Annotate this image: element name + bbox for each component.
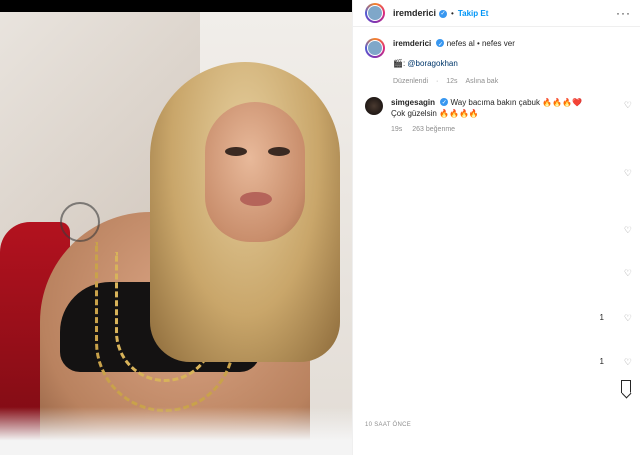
side-mark-1: 1 [599, 313, 604, 322]
photo-eye-left [225, 147, 247, 156]
caption-meta: Düzenlendi · 12s Aslına bak [393, 78, 499, 85]
commenter-verified-icon [440, 98, 449, 109]
commenter-avatar[interactable] [365, 97, 383, 115]
comment-text-line2: Çok güzelsin 🔥🔥🔥🔥 [391, 109, 479, 118]
side-mark-2: 1 [599, 357, 604, 366]
credit-mention-link[interactable]: @boragokhan [407, 59, 457, 68]
like-heart-icon-3[interactable]: ♡ [624, 225, 632, 236]
post-caption: iremderici nefes al • nefes ver 🎬: @bora… [365, 38, 625, 88]
photo-foreground-blur [0, 407, 352, 455]
clapper-icon: 🎬: [393, 59, 406, 68]
like-heart-icon-5[interactable]: ♡ [624, 313, 632, 324]
commenter-username[interactable]: simgesagin [391, 98, 435, 107]
header-separator: • [451, 8, 454, 18]
see-original-link[interactable]: Aslına bak [466, 78, 499, 85]
author-avatar[interactable] [365, 3, 385, 23]
author-username[interactable]: iremderici [393, 8, 436, 18]
caption-text: nefes al • nefes ver [446, 39, 515, 48]
post-header: iremderici • Takip Et ··· [353, 0, 640, 27]
follow-button[interactable]: Takip Et [458, 9, 489, 18]
verified-icon [439, 10, 448, 18]
like-heart-icon-2[interactable]: ♡ [624, 168, 632, 179]
photo-tattoo [60, 202, 100, 242]
comment-time: 19s [391, 126, 403, 133]
comment-likes[interactable]: 263 beğenme [412, 126, 455, 133]
bookmark-icon[interactable] [621, 380, 631, 393]
caption-credit: 🎬: @boragokhan [393, 58, 515, 70]
post-side-panel: iremderici • Takip Et ··· iremderici nef… [352, 0, 640, 455]
like-heart-icon-6[interactable]: ♡ [624, 357, 632, 368]
more-options-icon[interactable]: ··· [616, 6, 631, 20]
edited-label: Düzenlendi [393, 78, 429, 85]
post-photo[interactable] [0, 12, 352, 455]
photo-eye-right [268, 147, 290, 156]
caption-username[interactable]: iremderici [393, 39, 431, 48]
caption-verified-icon [436, 39, 445, 51]
like-heart-icon-4[interactable]: ♡ [624, 268, 632, 279]
post-time-ago: 10 SAAT ÖNCE [365, 422, 412, 428]
edited-time: 12s [446, 78, 458, 85]
caption-author-avatar[interactable] [365, 38, 385, 58]
comment-text-line1: Way bacıma bakın çabuk 🔥🔥🔥❤️ [450, 98, 583, 107]
photo-face [205, 102, 305, 242]
comment-item: simgesagin Way bacıma bakın çabuk 🔥🔥🔥❤️ … [365, 97, 629, 135]
comment-like-heart-icon[interactable]: ♡ [624, 100, 632, 111]
post-actions: 10 SAAT ÖNCE [353, 372, 640, 455]
photo-lips [240, 192, 272, 206]
